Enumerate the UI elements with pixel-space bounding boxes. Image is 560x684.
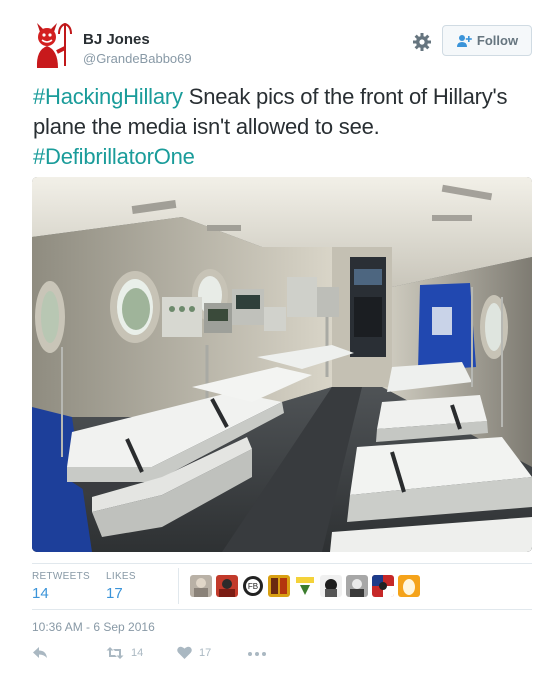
tweet-timestamp[interactable]: 10:36 AM - 6 Sep 2016 — [32, 620, 155, 634]
tweet-text: #HackingHillary Sneak pics of the front … — [33, 82, 533, 172]
liker-avatar[interactable]: FB — [242, 575, 264, 597]
tweet-card: BJ Jones @GrandeBabbo69 Follow #HackingH… — [0, 0, 560, 684]
svg-text:FB: FB — [248, 582, 258, 591]
stats-divider — [178, 568, 179, 604]
follow-button[interactable]: Follow — [442, 25, 532, 56]
retweets-label[interactable]: RETWEETS — [32, 571, 90, 582]
liker-avatar[interactable] — [216, 575, 238, 597]
likes-count[interactable]: 17 — [106, 585, 123, 602]
liker-avatar[interactable] — [190, 575, 212, 597]
liker-avatar[interactable] — [320, 575, 342, 597]
retweets-count[interactable]: 14 — [32, 585, 49, 602]
more-button[interactable] — [248, 652, 266, 656]
liker-avatar[interactable] — [294, 575, 316, 597]
tweet-photo[interactable] — [32, 177, 532, 552]
retweet-count: 14 — [131, 647, 144, 659]
liker-avatar[interactable] — [372, 575, 394, 597]
hashtag-link[interactable]: #HackingHillary — [33, 84, 183, 109]
user-name[interactable]: BJ Jones — [83, 31, 150, 48]
reply-icon — [33, 647, 47, 658]
like-count: 17 — [199, 646, 212, 659]
heart-icon — [177, 646, 192, 659]
tweet-stats: RETWEETS 14 LIKES 17 FB — [32, 563, 532, 610]
reply-button[interactable] — [32, 646, 48, 660]
retweet-icon — [106, 647, 124, 659]
like-button[interactable]: 17 — [177, 646, 211, 659]
follow-label: Follow — [476, 33, 519, 48]
add-person-icon — [456, 34, 472, 47]
gear-icon[interactable] — [412, 32, 432, 52]
more-icon — [248, 652, 266, 656]
hashtag-link[interactable]: #DefibrillatorOne — [33, 144, 195, 169]
user-avatar[interactable] — [30, 22, 76, 68]
user-handle[interactable]: @GrandeBabbo69 — [83, 51, 192, 66]
likes-label[interactable]: LIKES — [106, 571, 136, 582]
liker-avatar[interactable] — [346, 575, 368, 597]
liker-avatar[interactable] — [398, 575, 420, 597]
retweet-button[interactable]: 14 — [106, 646, 143, 660]
liker-avatar[interactable] — [268, 575, 290, 597]
